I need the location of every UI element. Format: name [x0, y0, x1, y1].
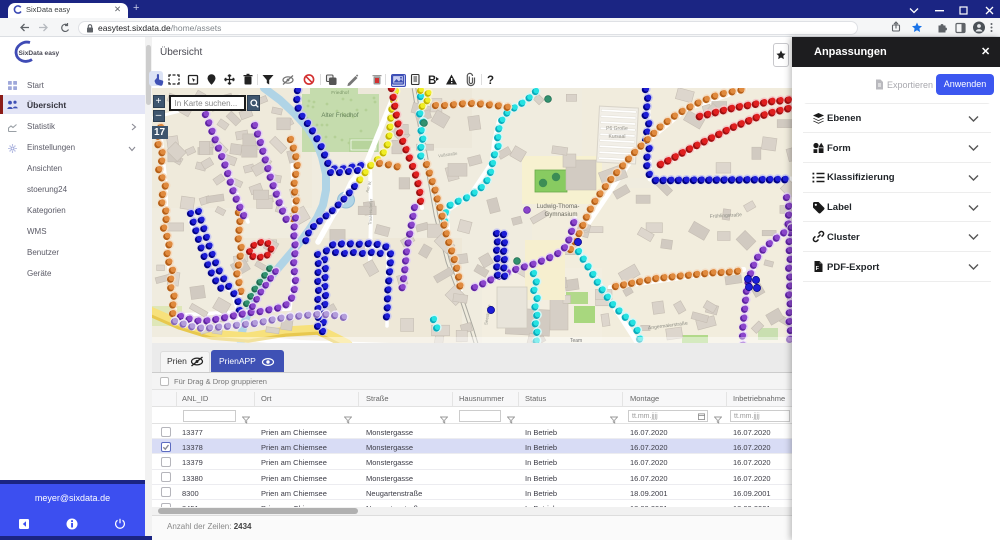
svg-text:Trautersdorfer: Trautersdorfer [368, 198, 374, 225]
svg-text:Kursaal: Kursaal [609, 134, 626, 140]
svg-text:?: ? [487, 75, 494, 87]
svg-text:Alter Friedhof: Alter Friedhof [321, 112, 358, 119]
svg-text:Friedhof: Friedhof [331, 90, 349, 96]
svg-text:B: B [428, 75, 436, 87]
svg-text:P6 Große: P6 Große [606, 126, 628, 132]
svg-text:Ludwig-Thoma-: Ludwig-Thoma- [537, 203, 580, 210]
svg-text:Gymnasium: Gymnasium [544, 211, 577, 218]
svg-text:SixData easy: SixData easy [19, 50, 60, 57]
